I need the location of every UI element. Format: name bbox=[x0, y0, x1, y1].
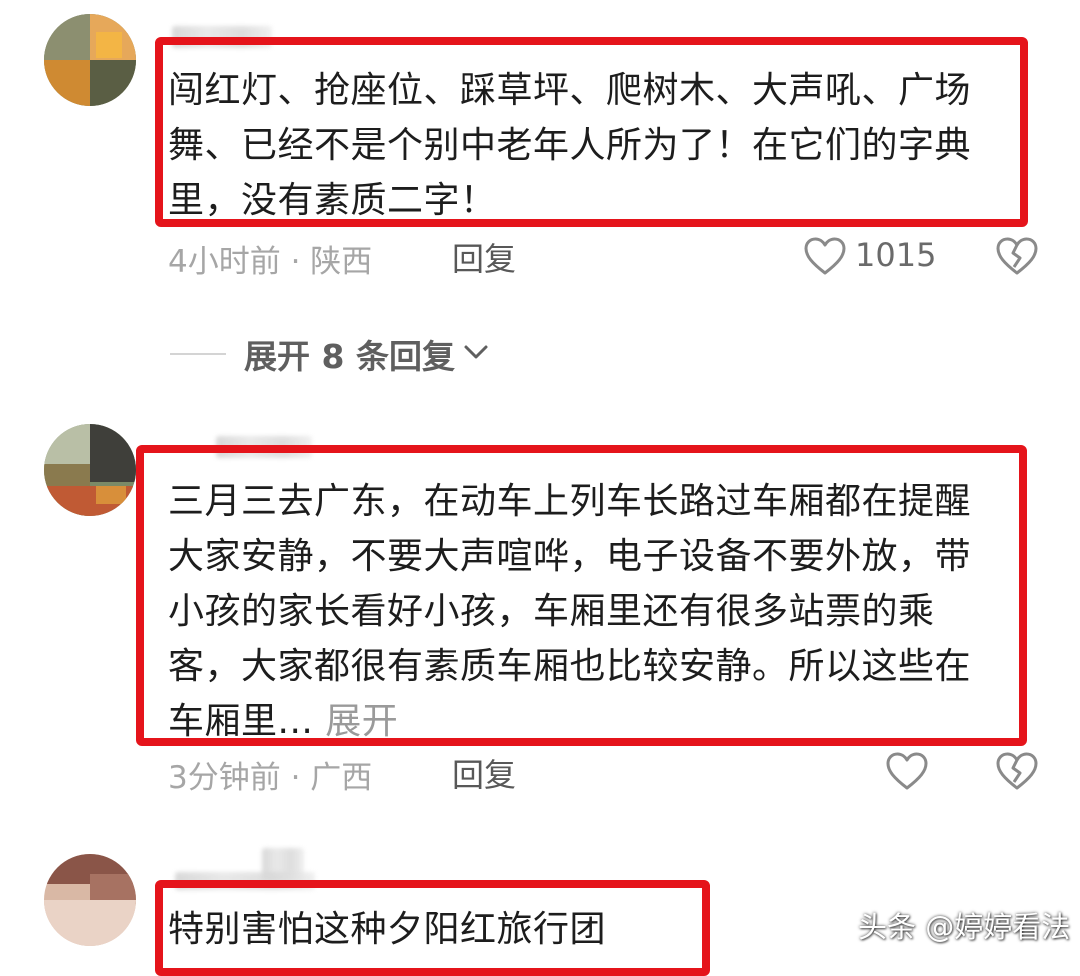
like-count: 1015 bbox=[855, 236, 937, 274]
heart-icon[interactable] bbox=[804, 237, 846, 281]
broken-heart-icon[interactable] bbox=[996, 752, 1038, 796]
reply-button[interactable]: 回复 bbox=[452, 234, 516, 280]
expand-text-link[interactable]: 展开 bbox=[325, 701, 398, 742]
comment-time-location: 3分钟前 · 广西 bbox=[168, 760, 373, 796]
comment-body: 三月三去广东，在动车上列车长路过车厢都在提醒大家安静，不要大声喧哗，电子设备不要… bbox=[168, 481, 972, 742]
expand-replies-label: 展开 8 条回复 bbox=[244, 337, 455, 376]
divider-line bbox=[170, 353, 226, 355]
comment-text: 闯红灯、抢座位、踩草坪、爬树木、大声吼、广场舞、已经不是个别中老年人所为了！在它… bbox=[168, 70, 972, 221]
comment-text: 三月三去广东，在动车上列车长路过车厢都在提醒大家安静，不要大声喧哗，电子设备不要… bbox=[168, 474, 1006, 749]
comment-text: 特别害怕这种夕阳红旅行团 bbox=[168, 909, 607, 950]
reply-button[interactable]: 回复 bbox=[452, 750, 516, 796]
watermark: 头条 @婷婷看法 bbox=[858, 910, 1071, 944]
avatar[interactable] bbox=[44, 14, 136, 106]
chevron-down-icon bbox=[463, 342, 489, 366]
comment-time-location: 4小时前 · 陕西 bbox=[168, 244, 373, 280]
heart-icon[interactable] bbox=[886, 752, 928, 796]
avatar[interactable] bbox=[44, 424, 136, 516]
avatar[interactable] bbox=[44, 854, 136, 946]
expand-replies-button[interactable]: 展开 8 条回复 bbox=[170, 330, 489, 378]
broken-heart-icon[interactable] bbox=[996, 237, 1038, 281]
